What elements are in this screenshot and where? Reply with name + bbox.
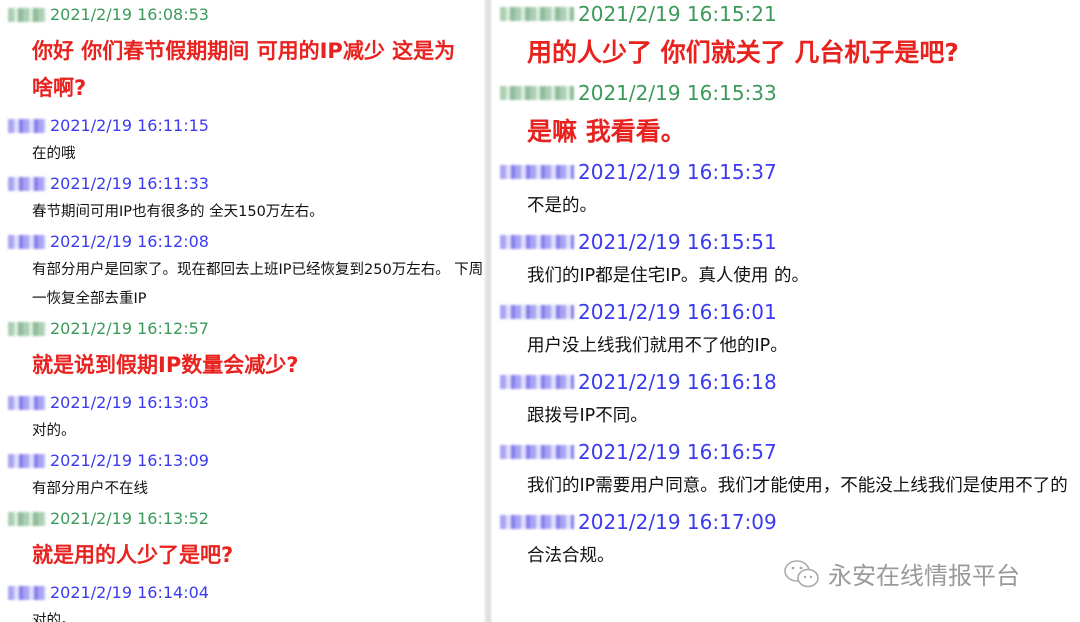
agent-reply: 有部分用户不在线 <box>32 481 148 497</box>
chat-log-left: 2021/2/19 16:08:53 你好 你们春节假期期间 可用的IP减少 这是… <box>0 0 484 622</box>
message-header: 2021/2/19 16:15:21 <box>492 0 1080 31</box>
message-timestamp: 2021/2/19 16:15:21 <box>578 1 777 26</box>
message-timestamp: 2021/2/19 16:16:18 <box>578 369 777 394</box>
agent-reply: 我们的IP都是住宅IP。真人使用 的。 <box>527 266 809 286</box>
blurred-avatar-name <box>8 511 46 526</box>
message-timestamp: 2021/2/19 16:13:52 <box>50 509 209 528</box>
blurred-avatar-name <box>8 234 46 249</box>
message-timestamp: 2021/2/19 16:08:53 <box>50 5 209 24</box>
message-timestamp: 2021/2/19 16:13:09 <box>50 451 209 470</box>
watermark-text: 永安在线情报平台 <box>828 562 1020 590</box>
agent-reply: 跟拨号IP不同。 <box>527 406 648 426</box>
message-timestamp: 2021/2/19 16:12:57 <box>50 319 209 338</box>
agent-reply: 春节期间可用IP也有很多的 全天150万左右。 <box>32 204 324 220</box>
message-timestamp: 2021/2/19 16:13:03 <box>50 393 209 412</box>
message-header: 2021/2/19 16:15:37 <box>492 154 1080 189</box>
watermark: 永安在线情报平台 <box>782 556 1020 591</box>
message-header: 2021/2/19 16:16:57 <box>492 434 1080 469</box>
customer-question: 用的人少了 你们就关了 几台机子是吧? <box>527 38 959 67</box>
blurred-avatar-name <box>500 164 574 179</box>
message-header: 2021/2/19 16:13:09 <box>0 446 484 475</box>
message-timestamp: 2021/2/19 16:12:08 <box>50 232 209 251</box>
customer-question: 你好 你们春节假期期间 可用的IP减少 这是为啥啊? <box>32 39 456 100</box>
message-timestamp: 2021/2/19 16:17:09 <box>578 509 777 534</box>
message-timestamp: 2021/2/19 16:14:04 <box>50 583 209 602</box>
message-header: 2021/2/19 16:13:52 <box>0 504 484 533</box>
blurred-avatar-name <box>500 6 574 21</box>
message-header: 2021/2/19 16:12:08 <box>0 227 484 256</box>
agent-reply: 在的哦 <box>32 146 76 162</box>
blurred-avatar-name <box>500 234 574 249</box>
agent-reply: 我们的IP需要用户同意。我们才能使用，不能没上线我们是使用不了的 <box>527 476 1068 496</box>
message-timestamp: 2021/2/19 16:11:15 <box>50 116 209 135</box>
message-timestamp: 2021/2/19 16:16:01 <box>578 299 777 324</box>
customer-question: 就是说到假期IP数量会减少? <box>32 353 299 377</box>
message-header: 2021/2/19 16:16:18 <box>492 364 1080 399</box>
message-timestamp: 2021/2/19 16:11:33 <box>50 174 209 193</box>
blurred-avatar-name <box>8 585 46 600</box>
message-header: 2021/2/19 16:15:51 <box>492 224 1080 259</box>
chat-log-right: 2021/2/19 16:15:21 用的人少了 你们就关了 几台机子是吧? 202… <box>492 0 1080 622</box>
message-header: 2021/2/19 16:12:57 <box>0 314 484 343</box>
agent-reply: 对的。 <box>32 613 76 622</box>
message-header: 2021/2/19 16:11:15 <box>0 111 484 140</box>
message-header: 2021/2/19 16:11:33 <box>0 169 484 198</box>
blurred-avatar-name <box>500 374 574 389</box>
message-timestamp: 2021/2/19 16:15:37 <box>578 159 777 184</box>
blurred-avatar-name <box>8 7 46 22</box>
message-timestamp: 2021/2/19 16:15:51 <box>578 229 777 254</box>
wechat-icon <box>784 559 819 587</box>
blurred-avatar-name <box>500 444 574 459</box>
message-header: 2021/2/19 16:13:03 <box>0 388 484 417</box>
blurred-avatar-name <box>500 514 574 529</box>
panel-divider <box>484 0 492 622</box>
agent-reply: 用户没上线我们就用不了他的IP。 <box>527 336 788 356</box>
message-header: 2021/2/19 16:17:09 <box>492 504 1080 539</box>
message-header: 2021/2/19 16:15:33 <box>492 75 1080 110</box>
blurred-avatar-name <box>8 118 46 133</box>
message-header: 2021/2/19 16:14:04 <box>0 578 484 607</box>
message-timestamp: 2021/2/19 16:15:33 <box>578 80 777 105</box>
blurred-avatar-name <box>500 304 574 319</box>
agent-reply: 不是的。 <box>527 196 597 216</box>
message-header: 2021/2/19 16:08:53 <box>0 0 484 29</box>
agent-reply: 对的。 <box>32 423 76 439</box>
customer-question: 就是用的人少了是吧? <box>32 543 234 567</box>
customer-question: 是嘛 我看看。 <box>527 117 686 146</box>
message-timestamp: 2021/2/19 16:16:57 <box>578 439 777 464</box>
blurred-avatar-name <box>8 395 46 410</box>
message-header: 2021/2/19 16:16:01 <box>492 294 1080 329</box>
blurred-avatar-name <box>500 85 574 100</box>
blurred-avatar-name <box>8 453 46 468</box>
agent-reply: 有部分用户是回家了。现在都回去上班IP已经恢复到250万左右。 下周一恢复全部去… <box>32 262 484 307</box>
blurred-avatar-name <box>8 176 46 191</box>
blurred-avatar-name <box>8 321 46 336</box>
